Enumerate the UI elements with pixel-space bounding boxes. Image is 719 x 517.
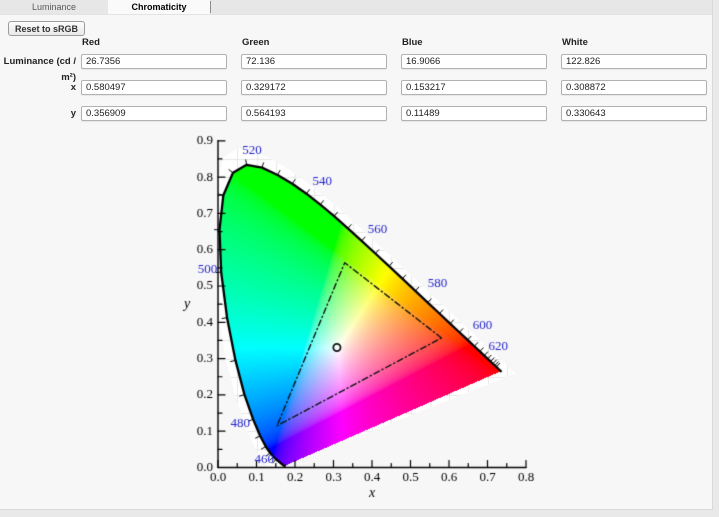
column-header-green: Green bbox=[242, 37, 269, 48]
tab-luminance[interactable]: Luminance bbox=[0, 0, 108, 14]
blue-y-input[interactable] bbox=[401, 106, 547, 121]
tab-luminance-label: Luminance bbox=[32, 2, 76, 12]
column-header-blue: Blue bbox=[402, 37, 423, 48]
red-y-input[interactable] bbox=[81, 106, 227, 121]
white-luminance-input[interactable] bbox=[561, 54, 707, 69]
blue-x-input[interactable] bbox=[401, 80, 547, 95]
green-luminance-input[interactable] bbox=[241, 54, 387, 69]
row-label-x: x bbox=[0, 80, 76, 96]
tab-separator bbox=[210, 1, 211, 13]
green-y-input[interactable] bbox=[241, 106, 387, 121]
tab-chromaticity-label: Chromaticity bbox=[131, 2, 186, 12]
tab-chromaticity[interactable]: Chromaticity bbox=[108, 0, 210, 14]
red-x-input[interactable] bbox=[81, 80, 227, 95]
red-luminance-input[interactable] bbox=[81, 54, 227, 69]
blue-luminance-input[interactable] bbox=[401, 54, 547, 69]
column-header-white: White bbox=[562, 37, 588, 48]
row-label-y: y bbox=[0, 106, 76, 122]
white-x-input[interactable] bbox=[561, 80, 707, 95]
green-x-input[interactable] bbox=[241, 80, 387, 95]
chromaticity-diagram[interactable] bbox=[0, 128, 713, 510]
white-y-input[interactable] bbox=[561, 106, 707, 121]
app-window: Luminance Chromaticity Reset to sRGB Red… bbox=[0, 0, 713, 510]
column-header-red: Red bbox=[82, 37, 100, 48]
tab-bar: Luminance Chromaticity bbox=[0, 0, 712, 15]
reset-to-srgb-button[interactable]: Reset to sRGB bbox=[8, 21, 85, 36]
